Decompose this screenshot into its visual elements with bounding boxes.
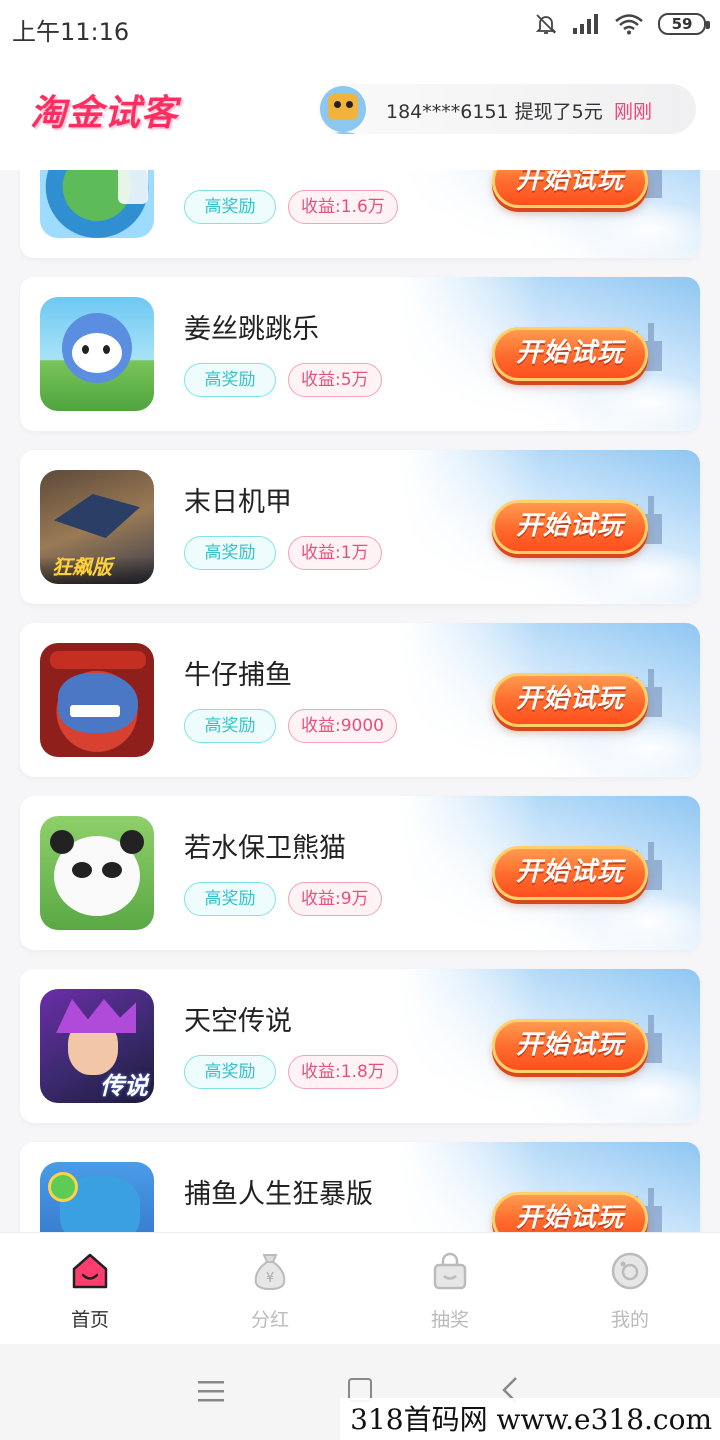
game-thumbnail[interactable]: 传说 (40, 989, 154, 1103)
reward-tag: 高奖励 (184, 190, 276, 224)
header: 淘金试客 184****6151 提现了5元 刚刚 (0, 54, 720, 170)
game-title: 姜丝跳跳乐 (184, 314, 319, 345)
start-trial-button[interactable]: 开始试玩 (492, 500, 648, 554)
reward-tag: 高奖励 (184, 709, 276, 743)
tab-label: 抽奖 (430, 1309, 469, 1331)
game-thumbnail[interactable] (40, 816, 154, 930)
game-thumbnail[interactable] (40, 643, 154, 757)
next-user-avatar (322, 132, 364, 134)
game-card[interactable]: 牛仔捕鱼 高奖励 收益:9000 开始试玩 (20, 623, 700, 777)
game-card[interactable]: 捕鱼人生狂暴版 开始试玩 (20, 1142, 700, 1232)
svg-text:¥: ¥ (266, 1271, 274, 1286)
tab-home[interactable]: 首页 (0, 1233, 180, 1345)
bell-off-icon (535, 14, 557, 34)
ticker-time: 刚刚 (614, 101, 653, 123)
reward-tag: 高奖励 (184, 882, 276, 916)
game-card[interactable]: 传说 天空传说 高奖励 收益:1.8万 开始试玩 (20, 969, 700, 1123)
income-tag: 收益:1.6万 (288, 190, 398, 224)
tab-dividend[interactable]: ¥ 分红 (180, 1233, 360, 1345)
game-card[interactable]: 姜丝跳跳乐 高奖励 收益:5万 开始试玩 (20, 277, 700, 431)
user-avatar (320, 86, 366, 132)
status-time: 上午11:16 (12, 18, 130, 46)
reward-tag: 高奖励 (184, 1055, 276, 1089)
reward-tag: 高奖励 (184, 536, 276, 570)
reward-tag: 高奖励 (184, 363, 276, 397)
thumbnail-badge: 狂飙版 (52, 555, 112, 579)
thumbnail-badge: 传说 (100, 1072, 148, 1100)
home-icon (72, 1253, 108, 1289)
start-trial-button[interactable]: 开始试玩 (492, 673, 648, 727)
income-tag: 收益:1.8万 (288, 1055, 398, 1089)
game-thumbnail[interactable]: 狂飙版 (40, 470, 154, 584)
watermark: 318首码网 www.e318.com (340, 1398, 720, 1440)
tab-lottery[interactable]: 抽奖 (360, 1233, 540, 1345)
game-thumbnail[interactable] (40, 170, 154, 238)
system-nav-bar: 318首码网 www.e318.com (0, 1344, 720, 1440)
income-tag: 收益:5万 (288, 363, 382, 397)
tab-label: 首页 (70, 1309, 109, 1331)
game-card[interactable]: 若水保卫熊猫 高奖励 收益:9万 开始试玩 (20, 796, 700, 950)
income-tag: 收益:1万 (288, 536, 382, 570)
game-title: 捕鱼人生狂暴版 (184, 1179, 373, 1210)
game-card[interactable]: 狂飙版 末日机甲 高奖励 收益:1万 开始试玩 (20, 450, 700, 604)
start-trial-button[interactable]: 开始试玩 (492, 1019, 648, 1073)
income-tag: 收益:9000 (288, 709, 397, 743)
start-trial-button[interactable]: 开始试玩 (492, 846, 648, 900)
status-bar: 上午11:16 59 (0, 0, 720, 54)
signal-icon (573, 14, 598, 34)
game-card[interactable]: 高奖励 收益:1.6万 开始试玩 (20, 170, 700, 258)
game-title: 若水保卫熊猫 (184, 833, 346, 864)
game-thumbnail[interactable] (40, 297, 154, 411)
withdraw-ticker[interactable]: 184****6151 提现了5元 刚刚 (318, 84, 696, 134)
game-title: 天空传说 (184, 1006, 292, 1037)
profile-icon (611, 1252, 649, 1290)
start-trial-button[interactable]: 开始试玩 (492, 170, 648, 208)
tab-label: 分红 (250, 1309, 289, 1331)
game-list[interactable]: 高奖励 收益:1.6万 开始试玩 姜丝跳跳乐 高奖励 收益:5万 开始试玩 狂飙… (0, 170, 720, 1232)
ticker-message: 184****6151 提现了5元 (386, 101, 603, 123)
game-title: 末日机甲 (184, 487, 292, 518)
status-icons: 59 (534, 12, 710, 36)
game-thumbnail[interactable] (40, 1162, 154, 1232)
start-trial-button[interactable]: 开始试玩 (492, 1192, 648, 1232)
tab-profile[interactable]: 我的 (540, 1233, 720, 1345)
shopping-bag-icon (433, 1252, 467, 1290)
game-title: 牛仔捕鱼 (184, 660, 292, 691)
menu-icon[interactable] (198, 1380, 224, 1402)
money-bag-icon: ¥ (254, 1254, 286, 1291)
wifi-icon (615, 14, 643, 35)
income-tag: 收益:9万 (288, 882, 382, 916)
start-trial-button[interactable]: 开始试玩 (492, 327, 648, 381)
app-logo: 淘金试客 (30, 93, 179, 134)
bottom-tab-bar: 首页 ¥ 分红 抽奖 我的 (0, 1232, 720, 1345)
battery-icon: 59 (658, 13, 710, 35)
tab-label: 我的 (610, 1309, 649, 1331)
